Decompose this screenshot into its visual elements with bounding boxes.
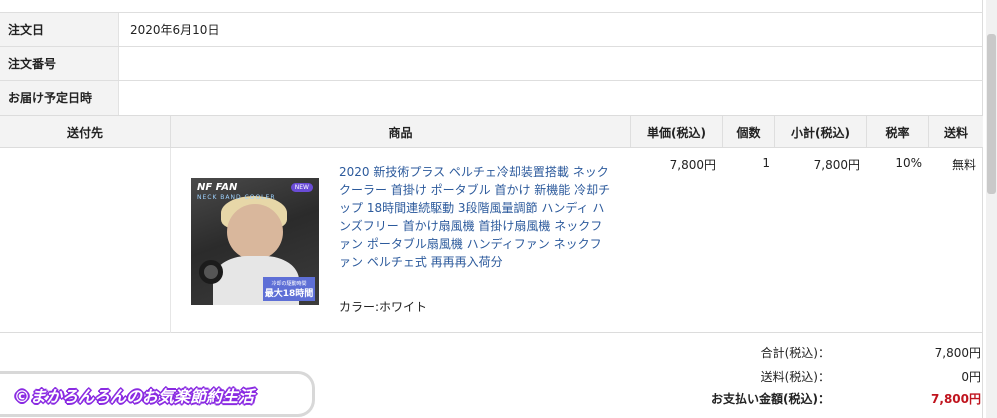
subtotal: 7,800円 bbox=[813, 158, 860, 172]
runtime-bubble: 冷却の駆動時間 最大18時間 bbox=[263, 277, 315, 301]
order-date-label: 注文日 bbox=[0, 13, 119, 46]
blog-watermark: ©まかろんろんのお気楽節約生活 bbox=[0, 374, 312, 414]
tax-rate: 10% bbox=[895, 156, 922, 170]
delivery-date-row: お届け予定日時 bbox=[0, 80, 983, 115]
watermark-text: ©まかろんろんのお気楽節約生活 bbox=[14, 387, 255, 406]
thumbnail-brand: NF FAN bbox=[197, 182, 238, 193]
product-thumbnail[interactable]: NF FAN NECK BAND COOLER NEW 冷却の駆動時間 最大18… bbox=[191, 178, 319, 305]
shipping-label: 送料(税込)： bbox=[760, 370, 830, 384]
unit-price: 7,800円 bbox=[669, 158, 716, 172]
header-destination: 送付先 bbox=[66, 126, 103, 140]
shipping-value: 0円 bbox=[961, 370, 981, 384]
thumbnail-face bbox=[227, 204, 283, 260]
order-number-row: 注文番号 bbox=[0, 46, 983, 80]
total-label: 合計(税込)： bbox=[760, 346, 830, 360]
neck-fan-icon bbox=[199, 260, 223, 284]
product-option: カラー:ホワイト bbox=[339, 300, 428, 314]
header-subtotal: 小計(税込) bbox=[774, 116, 866, 147]
header-product: 商品 bbox=[170, 116, 630, 147]
header-unit-price: 単価(税込) bbox=[630, 116, 722, 147]
payment-value: 7,800円 bbox=[931, 392, 981, 406]
runtime-bubble-line1: 冷却の駆動時間 bbox=[271, 281, 307, 287]
delivery-date-label: お届け予定日時 bbox=[0, 81, 119, 115]
payment-label: お支払い金額(税込)： bbox=[711, 392, 830, 406]
product-name-link[interactable]: 2020 新技術プラス ペルチェ冷却装置搭載 ネッククーラー 首掛け ポータブル… bbox=[339, 163, 611, 271]
header-tax-rate: 税率 bbox=[866, 116, 928, 147]
items-table-header: 送付先 商品 単価(税込) 個数 小計(税込) 税率 送料 bbox=[0, 115, 983, 148]
order-date-row: 注文日 2020年6月10日 bbox=[0, 12, 983, 46]
quantity: 1 bbox=[762, 156, 770, 170]
column-divider bbox=[170, 148, 171, 333]
new-badge: NEW bbox=[290, 183, 313, 192]
thumbnail-subtitle: NECK BAND COOLER bbox=[197, 194, 276, 201]
total-value: 7,800円 bbox=[934, 346, 981, 360]
shipping-fee: 無料 bbox=[951, 158, 976, 172]
runtime-bubble-line2: 最大18時間 bbox=[264, 289, 314, 299]
order-number-label: 注文番号 bbox=[0, 47, 119, 80]
header-shipping: 送料 bbox=[928, 116, 983, 147]
scrollbar[interactable] bbox=[986, 0, 997, 418]
header-quantity: 個数 bbox=[722, 116, 774, 147]
order-date-value: 2020年6月10日 bbox=[130, 23, 220, 37]
scrollbar-thumb[interactable] bbox=[987, 34, 996, 194]
